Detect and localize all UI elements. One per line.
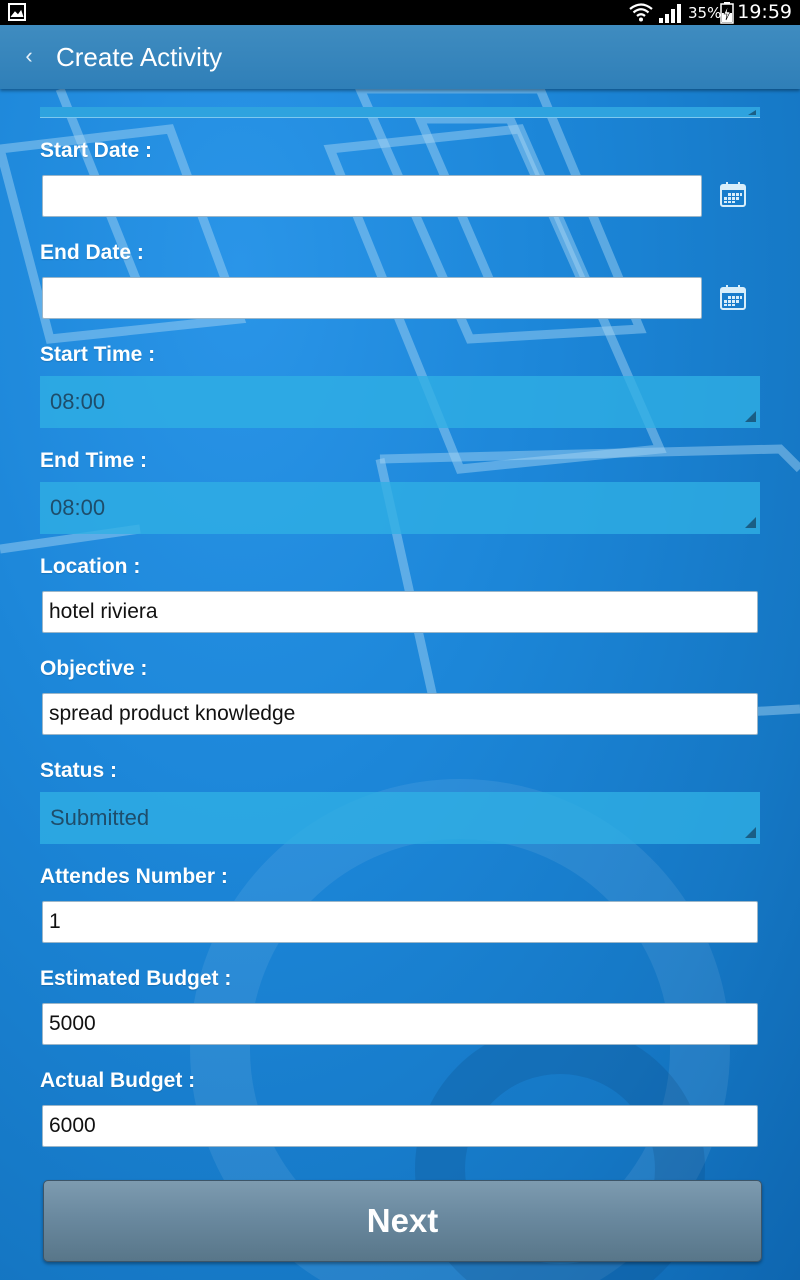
attendees-label: Attendes Number :	[40, 865, 228, 888]
start-date-label: Start Date :	[40, 139, 153, 162]
previous-field-spinner[interactable]	[40, 107, 760, 118]
dropdown-triangle-icon	[745, 827, 756, 838]
end-time-spinner[interactable]: 08:00	[40, 482, 760, 534]
dropdown-triangle-icon	[745, 411, 756, 422]
battery-charging-icon	[720, 2, 734, 24]
calendar-icon[interactable]	[716, 281, 750, 315]
signal-icon	[659, 4, 681, 23]
start-time-label: Start Time :	[40, 343, 156, 366]
status-spinner[interactable]: Submitted	[40, 792, 760, 844]
dropdown-triangle-icon	[745, 517, 756, 528]
attendees-field[interactable]	[42, 901, 758, 943]
actual-budget-label: Actual Budget :	[40, 1069, 196, 1092]
status-value: Submitted	[50, 805, 150, 830]
end-time-value: 08:00	[50, 495, 106, 520]
estimated-budget-field[interactable]	[42, 1003, 758, 1045]
end-time-label: End Time :	[40, 449, 147, 472]
calendar-icon[interactable]	[716, 178, 750, 212]
status-bar: 35% 19:59	[0, 0, 800, 25]
start-date-field[interactable]	[42, 175, 702, 217]
start-time-spinner[interactable]: 08:00	[40, 376, 760, 428]
back-button[interactable]: ‹	[14, 39, 44, 75]
next-button[interactable]: Next	[43, 1180, 762, 1262]
objective-field[interactable]	[42, 693, 758, 735]
status-label: Status :	[40, 759, 118, 782]
page-title: Create Activity	[56, 42, 223, 72]
gallery-icon	[8, 3, 26, 21]
location-field[interactable]	[42, 591, 758, 633]
actual-budget-field[interactable]	[42, 1105, 758, 1147]
clock: 19:59	[737, 1, 792, 23]
estimated-budget-label: Estimated Budget :	[40, 967, 232, 990]
start-time-value: 08:00	[50, 389, 106, 414]
location-label: Location :	[40, 555, 141, 578]
battery-percent: 35%	[688, 4, 722, 22]
wifi-icon	[629, 3, 653, 22]
form: Start Date : End Date : Start Time : 08:…	[0, 89, 800, 1280]
end-date-field[interactable]	[42, 277, 702, 319]
objective-label: Objective :	[40, 657, 148, 680]
end-date-label: End Date :	[40, 241, 144, 264]
action-bar: ‹ Create Activity	[0, 25, 800, 89]
